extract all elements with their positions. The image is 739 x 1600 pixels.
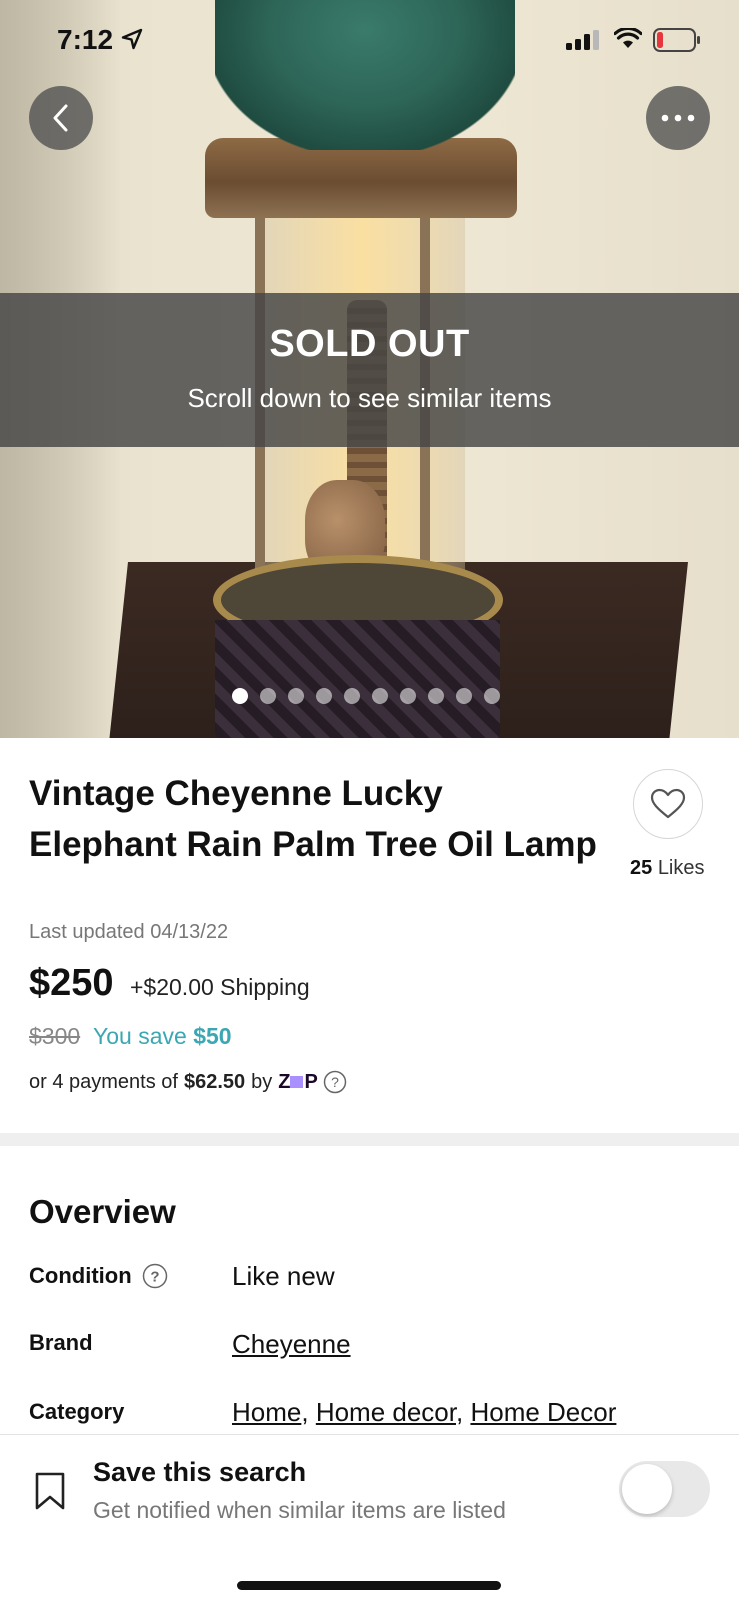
more-options-button[interactable] <box>646 86 710 150</box>
category-link-home[interactable]: Home <box>232 1397 301 1427</box>
home-indicator <box>237 1581 501 1590</box>
installment-amount: $62.50 <box>183 1070 246 1093</box>
back-button[interactable] <box>29 86 93 150</box>
zip-help-icon[interactable]: ? <box>323 1070 347 1094</box>
shipping-cost: +$20.00 Shipping <box>130 974 310 1000</box>
overview-heading: Overview <box>29 1193 176 1230</box>
category-link-home-decor[interactable]: Home decor <box>316 1397 456 1427</box>
likes-label: Likes <box>657 857 705 879</box>
installment-info: or 4 payments of $62.50 by ZP ? <box>29 1070 347 1094</box>
location-arrow-icon <box>121 28 143 50</box>
sold-out-banner: SOLD OUT Scroll down to see similar item… <box>0 293 739 447</box>
status-time: 7:12 <box>57 24 114 55</box>
savings: You save $50 <box>93 1023 232 1050</box>
pagination-dot[interactable] <box>316 688 332 704</box>
save-search-bar: Save this search Get notified when simil… <box>0 1434 739 1600</box>
condition-label: Condition <box>29 1263 132 1288</box>
condition-help-icon[interactable]: ? <box>142 1263 168 1289</box>
heart-icon <box>650 788 686 819</box>
pagination-dot[interactable] <box>400 688 416 704</box>
category-label: Category <box>29 1399 125 1424</box>
last-updated: Last updated 04/13/22 <box>29 921 229 943</box>
category-link-home-decor-sub[interactable]: Home Decor <box>470 1397 616 1427</box>
save-search-title: Save this search <box>93 1457 307 1487</box>
sold-out-subtitle: Scroll down to see similar items <box>187 383 552 413</box>
ellipsis-icon <box>661 114 695 122</box>
cellular-signal-icon <box>566 30 599 50</box>
brand-link[interactable]: Cheyenne <box>232 1329 351 1359</box>
savings-label: You save <box>93 1023 187 1049</box>
status-bar: 7:12 <box>0 0 739 80</box>
installment-by: by <box>251 1070 273 1093</box>
save-search-toggle[interactable] <box>619 1461 710 1517</box>
condition-value: Like new <box>232 1261 335 1291</box>
pagination-dot[interactable] <box>344 688 360 704</box>
brand-label: Brand <box>29 1330 93 1355</box>
original-price: $300 <box>29 1023 81 1049</box>
wifi-icon <box>614 28 642 48</box>
pagination-dot[interactable] <box>428 688 444 704</box>
price: $250 <box>29 962 114 1004</box>
save-search-subtitle: Get notified when similar items are list… <box>93 1497 506 1523</box>
photo-pagination[interactable] <box>232 688 500 704</box>
product-title: Vintage Cheyenne Lucky Elephant Rain Pal… <box>29 774 597 864</box>
pagination-dot[interactable] <box>288 688 304 704</box>
toggle-knob <box>622 1464 672 1514</box>
chevron-left-icon <box>53 104 68 132</box>
svg-text:?: ? <box>150 1269 159 1286</box>
condition-label-row: Condition ? <box>29 1263 168 1289</box>
pagination-dot[interactable] <box>372 688 388 704</box>
pagination-dot[interactable] <box>456 688 472 704</box>
pagination-dot[interactable] <box>484 688 500 704</box>
sold-out-title: SOLD OUT <box>269 323 470 365</box>
likes-number: 25 <box>630 857 653 879</box>
bookmark-icon <box>35 1472 65 1510</box>
savings-amount: $50 <box>193 1023 232 1049</box>
brand-value-wrap: Cheyenne <box>232 1329 351 1360</box>
battery-low-icon <box>653 28 700 52</box>
svg-text:?: ? <box>331 1074 339 1090</box>
zip-logo: ZP <box>278 1070 318 1093</box>
installment-prefix: or 4 payments of <box>29 1070 178 1093</box>
like-button[interactable] <box>633 769 703 839</box>
category-values: Home, Home decor, Home Decor <box>232 1397 617 1427</box>
section-divider <box>0 1133 739 1146</box>
pagination-dot[interactable] <box>260 688 276 704</box>
likes-count: 25 Likes <box>630 857 705 880</box>
product-photo[interactable]: 7:12 SOLD OUT Scroll down to see similar… <box>0 0 739 738</box>
pagination-dot[interactable] <box>232 688 248 704</box>
